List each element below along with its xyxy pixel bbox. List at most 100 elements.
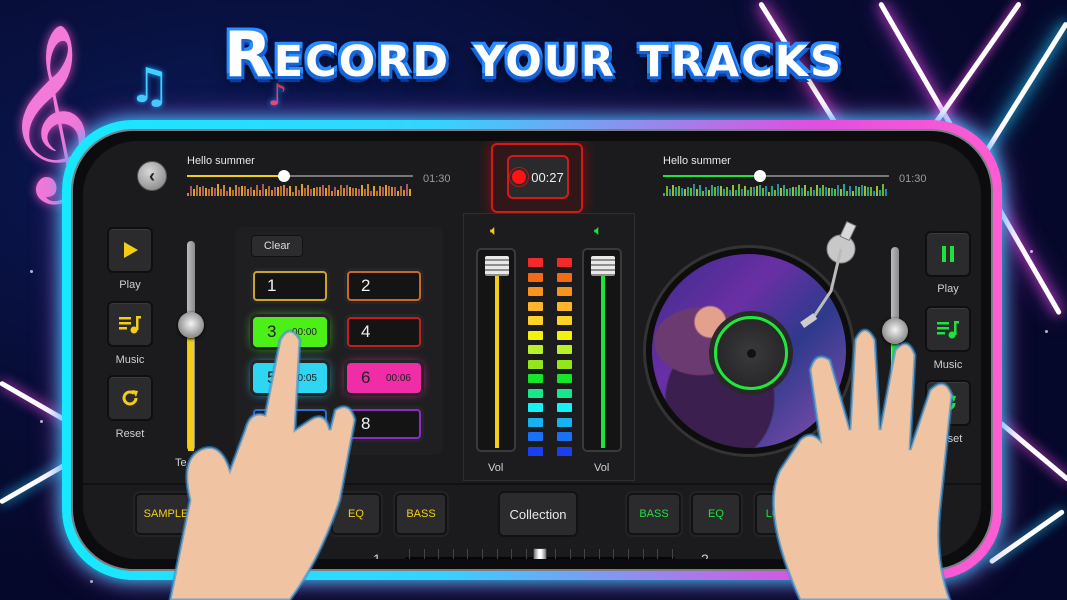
waveform-bar xyxy=(822,185,824,196)
sampler-pad-1[interactable]: 1 xyxy=(253,271,327,301)
vu-segment xyxy=(528,272,543,282)
sampler-pad-6[interactable]: 6 00:06 xyxy=(347,363,421,393)
sampler-pad-2[interactable]: 2 xyxy=(347,271,421,301)
waveform-bar xyxy=(271,190,273,196)
vu-segment xyxy=(528,287,543,296)
right-loop-button[interactable]: LOOP xyxy=(755,493,807,535)
right-track-progress[interactable] xyxy=(663,170,889,182)
waveform-bar xyxy=(699,184,701,196)
turntable-center xyxy=(714,316,788,390)
crossfader-tick xyxy=(525,549,527,559)
right-sample-button[interactable]: E xyxy=(819,493,889,535)
waveform-bar xyxy=(199,187,201,196)
left-volume-knob[interactable] xyxy=(485,256,509,276)
waveform-bar xyxy=(693,184,695,196)
waveform-bar xyxy=(813,190,815,196)
waveform-bar xyxy=(759,185,761,196)
waveform-bar xyxy=(301,184,303,196)
waveform-bar xyxy=(370,190,372,196)
right-tempo-slider[interactable] xyxy=(882,247,908,457)
waveform-bar xyxy=(292,191,294,196)
right-play-label: Play xyxy=(937,283,959,295)
phone-frame: ‹ Hello summer 01:30 00:27 Hello summer … xyxy=(62,120,1002,580)
right-speaker-icon: 🔈︎ xyxy=(594,222,603,238)
waveform-bar xyxy=(819,187,821,196)
waveform-bar xyxy=(223,184,225,196)
waveform-bar xyxy=(337,190,339,196)
left-tempo-thumb[interactable] xyxy=(178,312,204,338)
right-music-button[interactable] xyxy=(925,306,971,352)
vu-segment xyxy=(557,258,572,267)
clear-pads-button[interactable]: Clear xyxy=(251,235,303,257)
waveform-bar xyxy=(756,186,758,196)
sampler-pad-7[interactable]: 7 xyxy=(253,409,327,439)
waveform-bar xyxy=(771,185,773,196)
crossfader-knob[interactable] xyxy=(533,548,547,559)
right-volume-knob[interactable] xyxy=(591,256,615,276)
back-button[interactable]: ‹ xyxy=(137,161,167,191)
right-progress-knob[interactable] xyxy=(754,170,767,182)
vu-segment xyxy=(528,403,543,412)
left-bass-button[interactable]: BASS xyxy=(395,493,447,535)
pad-number: 4 xyxy=(361,322,371,341)
waveform-bar xyxy=(409,189,411,196)
waveform-bar xyxy=(316,187,318,196)
left-volume-fader[interactable] xyxy=(476,248,516,452)
waveform-bar xyxy=(732,184,734,196)
crossfader-tick xyxy=(569,549,571,559)
waveform-bar xyxy=(367,184,369,196)
waveform-bar xyxy=(214,188,216,196)
vu-segment xyxy=(557,301,572,311)
right-reset-button[interactable] xyxy=(925,380,971,426)
pad-time: 00:00 xyxy=(291,326,317,338)
waveform-bar xyxy=(208,189,210,196)
pad-time: 00:05 xyxy=(291,372,317,384)
mixer-panel: 🔈︎ 🔈︎ Vol Vol xyxy=(463,213,635,481)
collection-button[interactable]: Collection xyxy=(498,491,578,537)
right-volume-fader[interactable] xyxy=(582,248,622,452)
pad-number: 1 xyxy=(267,276,277,295)
waveform-bar xyxy=(738,184,740,196)
pad-number: 8 xyxy=(361,414,371,433)
left-track-progress[interactable] xyxy=(187,170,413,182)
waveform-bar xyxy=(358,188,360,196)
sampler-pad-4[interactable]: 4 xyxy=(347,317,421,347)
crossfader-tick xyxy=(423,549,425,559)
left-tempo-slider[interactable] xyxy=(178,241,204,451)
waveform-bar xyxy=(250,187,252,196)
right-eq-button[interactable]: EQ xyxy=(691,493,741,535)
waveform-bar xyxy=(280,186,282,196)
left-loop-button[interactable]: LOOP xyxy=(265,493,325,535)
waveform-bar xyxy=(376,191,378,196)
sampler-pad-3[interactable]: 3 00:00 xyxy=(253,317,327,347)
record-button[interactable]: 00:27 xyxy=(507,155,569,199)
right-bass-button[interactable]: BASS xyxy=(627,493,681,535)
waveform-bar xyxy=(687,186,689,196)
sampler-pad-5[interactable]: 5 00:05 xyxy=(253,363,327,393)
left-sample-button[interactable]: SAMPLE xyxy=(135,493,197,535)
crossfader-tick xyxy=(438,549,440,559)
waveform-bar xyxy=(334,186,336,196)
right-play-button[interactable] xyxy=(925,231,971,277)
left-progress-knob[interactable] xyxy=(278,170,291,182)
waveform-bar xyxy=(202,185,204,196)
waveform-bar xyxy=(741,189,743,196)
left-tempo-label: Te xyxy=(175,457,187,469)
sampler-pad-8[interactable]: 8 xyxy=(347,409,421,439)
vu-segment xyxy=(528,417,543,427)
left-eq-button[interactable]: EQ xyxy=(331,493,381,535)
right-track-info: Hello summer 01:30 xyxy=(663,155,927,196)
waveform-bar xyxy=(403,189,405,196)
left-music-button[interactable] xyxy=(107,301,153,347)
left-reset-button[interactable] xyxy=(107,375,153,421)
waveform-bar xyxy=(361,184,363,196)
waveform-bar xyxy=(744,186,746,196)
crossfader-right-label: 2 xyxy=(701,551,709,559)
waveform-bar xyxy=(298,190,300,196)
left-play-button[interactable] xyxy=(107,227,153,273)
vu-segment xyxy=(557,403,572,412)
crossfader-tick xyxy=(511,549,513,559)
waveform-bar xyxy=(241,185,243,196)
right-tempo-thumb[interactable] xyxy=(882,318,908,344)
crossfader[interactable] xyxy=(395,545,685,559)
